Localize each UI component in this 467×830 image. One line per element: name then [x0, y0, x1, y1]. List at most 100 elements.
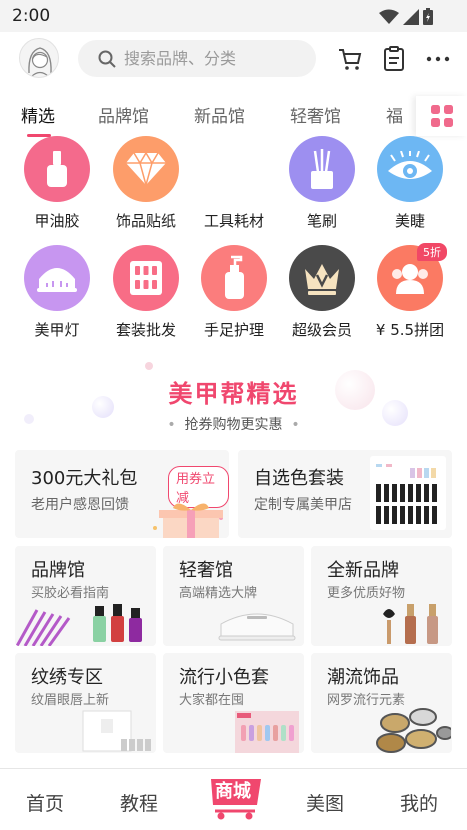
header	[0, 32, 467, 88]
category-group-buy[interactable]: 5折 ¥ 5.5拼团	[366, 243, 454, 340]
bottom-nav: 首页 教程 商城 美图 我的	[0, 768, 467, 830]
brand-hall-tile[interactable]: 品牌馆 买胶必看指南	[15, 546, 156, 646]
category-label: 饰品贴纸	[115, 212, 176, 230]
polish-rack-image	[370, 456, 446, 530]
status-icons	[379, 8, 433, 25]
set-icon	[113, 245, 179, 311]
glitter-jars-image	[376, 708, 451, 753]
tab-brand-hall[interactable]: 品牌馆	[98, 102, 149, 127]
promo-title: 美甲帮精选	[168, 380, 299, 408]
gift-pack-subtitle: 老用户感恩回馈	[31, 497, 129, 513]
color-chart-image	[235, 711, 299, 753]
tile-subtitle: 买胶必看指南	[31, 586, 110, 601]
search-icon	[98, 50, 116, 68]
nav-tutorial[interactable]: 教程	[120, 789, 158, 816]
signal-icon	[403, 8, 419, 25]
tab-featured[interactable]: 精选	[21, 102, 55, 127]
category-label: 手足护理	[203, 321, 264, 339]
trend-accessory-tile[interactable]: 潮流饰品 网罗流行元素	[311, 653, 452, 753]
category-label: ¥ 5.5拼团	[375, 321, 445, 339]
category-tools[interactable]: 工具耗材	[190, 136, 278, 231]
more-icon	[426, 56, 450, 62]
search-input[interactable]	[124, 49, 304, 68]
clipboard-icon	[384, 46, 404, 71]
nav-shop[interactable]: 商城	[205, 775, 265, 820]
tabs-fade	[404, 96, 416, 136]
wifi-icon	[379, 9, 399, 24]
custom-set-subtitle: 定制专属美甲店	[254, 497, 352, 513]
custom-color-set-card[interactable]: 自选色套装 定制专属美甲店	[238, 450, 452, 538]
tile-title: 纹绣专区	[31, 667, 103, 688]
color-set-tile[interactable]: 流行小色套 大家都在囤	[163, 653, 304, 753]
search-bar[interactable]	[78, 40, 316, 77]
tab-welfare[interactable]: 福	[386, 102, 403, 127]
grid-icon	[430, 105, 453, 127]
tile-subtitle: 纹眉眼唇上新	[31, 693, 110, 708]
tile-title: 潮流饰品	[327, 667, 399, 688]
tile-subtitle: 更多优质好物	[327, 586, 406, 601]
category-label: 套装批发	[115, 321, 176, 339]
tile-subtitle: 高端精选大牌	[179, 586, 258, 601]
brush-icon	[289, 136, 355, 202]
avatar[interactable]	[19, 38, 59, 78]
category-label: 超级会员	[291, 321, 352, 339]
gift-box-icon	[153, 503, 223, 538]
category-set-wholesale[interactable]: 套装批发	[102, 245, 190, 340]
promo-subtitle: • 抢券购物更实惠 •	[167, 417, 300, 433]
shop-page: 2:00 精选	[0, 0, 467, 830]
category-nail-lamp[interactable]: 美甲灯	[13, 245, 101, 340]
status-bar: 2:00	[0, 0, 467, 32]
category-lashes[interactable]: 美睫	[366, 136, 454, 231]
category-hand-foot-care[interactable]: 手足护理	[190, 245, 278, 340]
tile-subtitle: 大家都在囤	[179, 693, 245, 708]
nav-shop-label: 商城	[215, 781, 251, 802]
brush-bottles-image	[383, 604, 438, 644]
category-label: 美甲灯	[34, 321, 80, 339]
tile-title: 轻奢馆	[179, 560, 233, 581]
nav-gallery[interactable]: 美图	[306, 789, 344, 816]
category-label: 美睫	[394, 212, 425, 230]
uv-lamp-image	[218, 613, 296, 641]
group-icon: 5折	[377, 243, 447, 311]
clipboard-button[interactable]	[381, 46, 407, 72]
battery-icon	[423, 8, 433, 25]
category-super-member[interactable]: 超级会员	[278, 245, 366, 340]
cart-icon	[339, 49, 362, 70]
eye-icon	[377, 136, 443, 202]
avatar-girl-icon	[28, 47, 52, 77]
nav-profile[interactable]: 我的	[400, 789, 438, 816]
category-accessories[interactable]: 饰品贴纸	[102, 136, 190, 231]
gift-pack-title: 300元大礼包	[31, 468, 138, 489]
diamond-icon	[113, 136, 179, 202]
tile-title: 全新品牌	[327, 560, 399, 581]
category-nail-gel[interactable]: 甲油胶	[13, 136, 101, 231]
decor-bubble	[145, 362, 153, 370]
category-tabs: 精选 品牌馆 新品馆 轻奢馆 福	[0, 96, 467, 137]
tab-luxury-hall[interactable]: 轻奢馆	[290, 102, 341, 127]
tab-new-hall[interactable]: 新品馆	[194, 102, 245, 127]
cart-button[interactable]	[337, 46, 363, 72]
category-label: 笔刷	[306, 212, 337, 230]
gift-pack-card[interactable]: 300元大礼包 老用户感恩回馈 用券立减	[15, 450, 229, 538]
discount-badge: 5折	[417, 243, 447, 261]
tile-title: 流行小色套	[179, 667, 269, 688]
category-label: 甲油胶	[34, 212, 80, 230]
tools-icon	[201, 136, 267, 202]
nav-home[interactable]: 首页	[26, 789, 64, 816]
crown-icon	[289, 245, 355, 311]
more-button[interactable]	[425, 46, 451, 72]
all-categories-button[interactable]	[416, 96, 467, 136]
new-brand-tile[interactable]: 全新品牌 更多优质好物	[311, 546, 452, 646]
luxury-hall-tile[interactable]: 轻奢馆 高端精选大牌	[163, 546, 304, 646]
brushes-bottles-image	[15, 604, 142, 646]
tile-title: 品牌馆	[31, 560, 85, 581]
nail-lamp-icon	[24, 245, 90, 311]
lotion-icon	[201, 245, 267, 311]
status-time: 2:00	[12, 6, 51, 26]
nail-polish-icon	[24, 136, 90, 202]
category-label: 工具耗材	[203, 212, 264, 230]
tattoo-zone-tile[interactable]: 纹绣专区 纹眉眼唇上新	[15, 653, 156, 753]
promo-subtitle-text: 抢券购物更实惠	[184, 417, 283, 433]
tattoo-box-image	[82, 710, 151, 752]
category-brushes[interactable]: 笔刷	[278, 136, 366, 231]
